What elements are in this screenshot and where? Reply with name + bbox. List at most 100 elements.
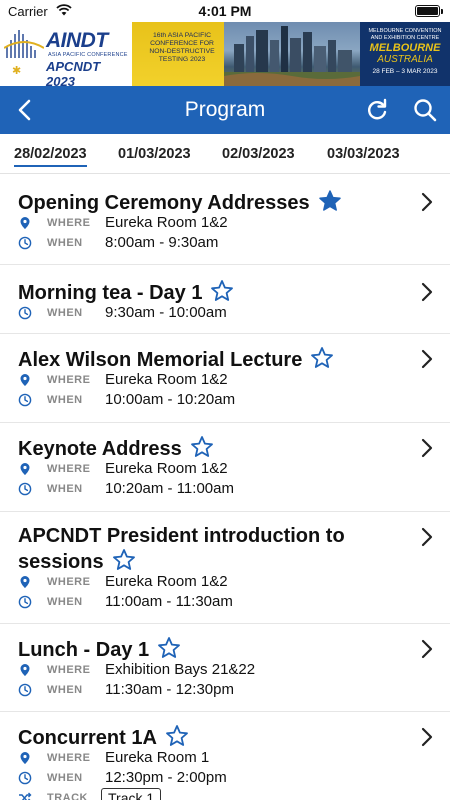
location-pin-icon — [20, 752, 30, 764]
venue-panel: MELBOURNE CONVENTION AND EXHIBITION CENT… — [360, 22, 450, 86]
session-title: APCNDT President introduction to session… — [18, 524, 358, 574]
location-value: Exhibition Bays 21&22 — [105, 661, 256, 678]
list-item[interactable]: Concurrent 1A WHERE Eureka Room 1 WHEN 1… — [0, 712, 450, 800]
refresh-icon[interactable] — [364, 97, 390, 123]
chevron-right-icon — [421, 192, 433, 212]
when-row: WHEN 11:00am - 11:30am — [18, 593, 418, 612]
session-title-text: Alex Wilson Memorial Lecture — [18, 349, 303, 371]
conference-info-panel: 16th ASIA PACIFIC CONFERENCE FOR NON-DES… — [132, 22, 224, 86]
location-value: Eureka Room 1&2 — [105, 573, 228, 590]
location-value: Eureka Room 1&2 — [105, 460, 228, 477]
where-row: WHERE Exhibition Bays 21&22 — [18, 661, 418, 680]
logo-event: APCNDT 2023 — [46, 59, 101, 86]
clock-icon — [18, 482, 32, 496]
session-title-text: Keynote Address — [18, 438, 182, 460]
list-item[interactable]: Alex Wilson Memorial Lecture WHERE Eurek… — [0, 334, 450, 423]
search-icon[interactable] — [412, 97, 438, 123]
where-row: WHERE Eureka Room 1&2 — [18, 214, 418, 233]
tab-date-3[interactable]: 02/03/2023 — [222, 146, 295, 162]
chevron-right-icon — [421, 727, 433, 747]
session-title: Concurrent 1A — [18, 724, 398, 750]
tab-date-1[interactable]: 28/02/2023 — [14, 146, 87, 167]
where-label: WHERE — [47, 463, 91, 475]
track-row: TRACK Track 1 — [18, 788, 418, 800]
where-row: WHERE Eureka Room 1 — [18, 749, 418, 768]
skyline-graphic — [224, 26, 360, 86]
location-pin-icon — [20, 217, 30, 229]
date-tabs: 28/02/2023 01/03/2023 02/03/2023 03/03/2… — [0, 134, 450, 174]
session-title: Lunch - Day 1 — [18, 636, 398, 662]
conference-text: 16th ASIA PACIFIC CONFERENCE FOR NON-DES… — [149, 32, 215, 63]
when-label: WHEN — [47, 596, 83, 608]
list-item[interactable]: Lunch - Day 1 WHERE Exhibition Bays 21&2… — [0, 624, 450, 712]
status-bar: Carrier 4:01 PM — [0, 0, 450, 22]
logo-graphic-icon — [4, 30, 44, 58]
event-dates: 28 FEB – 3 MAR 2023 — [372, 68, 438, 75]
logo-star-icon: ✱ — [12, 65, 22, 77]
list-item[interactable]: Keynote Address WHERE Eureka Room 1&2 WH… — [0, 423, 450, 512]
session-title-text: Lunch - Day 1 — [18, 639, 150, 661]
time-value: 8:00am - 9:30am — [105, 234, 219, 251]
navigation-bar: Program — [0, 86, 450, 134]
country-text: AUSTRALIA — [377, 54, 433, 65]
location-pin-icon — [20, 664, 30, 676]
time-value: 9:30am - 10:00am — [105, 304, 227, 321]
when-label: WHEN — [47, 237, 83, 249]
track-badge: Track 1 — [101, 788, 162, 800]
star-outline-icon[interactable] — [157, 636, 181, 660]
clock-icon — [18, 236, 32, 250]
tab-date-4[interactable]: 03/03/2023 — [327, 146, 400, 162]
chevron-right-icon — [421, 639, 433, 659]
where-label: WHERE — [47, 752, 91, 764]
when-row: WHEN 11:30am - 12:30pm — [18, 681, 418, 700]
tab-date-2[interactable]: 01/03/2023 — [118, 146, 191, 162]
when-row: WHEN 12:30pm - 2:00pm — [18, 769, 418, 788]
venue-text: MELBOURNE CONVENTION AND EXHIBITION CENT… — [368, 28, 442, 41]
clock-icon — [18, 393, 32, 407]
list-item[interactable]: Opening Ceremony Addresses WHERE Eureka … — [0, 175, 450, 265]
star-outline-icon[interactable] — [165, 724, 189, 748]
star-outline-icon[interactable] — [310, 346, 334, 370]
list-item[interactable]: Morning tea - Day 1 WHEN 9:30am - 10:00a… — [0, 265, 450, 334]
session-title: Keynote Address — [18, 435, 398, 461]
session-title: Opening Ceremony Addresses — [18, 189, 398, 215]
conference-banner: AINDT ASIA PACIFIC CONFERENCE APCNDT 202… — [0, 22, 450, 86]
star-outline-icon[interactable] — [190, 435, 214, 459]
logo-title: AINDT — [46, 29, 108, 52]
star-outline-icon[interactable] — [210, 279, 234, 303]
time-value: 11:30am - 12:30pm — [105, 681, 234, 698]
status-time: 4:01 PM — [198, 3, 252, 19]
time-value: 10:20am - 11:00am — [105, 480, 234, 497]
time-value: 11:00am - 11:30am — [105, 593, 233, 610]
when-label: WHEN — [47, 394, 83, 406]
city-skyline-image — [224, 22, 360, 86]
location-pin-icon — [20, 463, 30, 475]
where-row: WHERE Eureka Room 1&2 — [18, 573, 418, 592]
session-title-text: Morning tea - Day 1 — [18, 282, 203, 304]
location-pin-icon — [20, 374, 30, 386]
city-text: MELBOURNE — [369, 42, 441, 54]
where-label: WHERE — [47, 664, 91, 676]
location-value: Eureka Room 1&2 — [105, 214, 228, 231]
logo-subtitle: ASIA PACIFIC CONFERENCE — [48, 52, 128, 58]
location-value: Eureka Room 1 — [105, 749, 210, 766]
where-label: WHERE — [47, 576, 91, 588]
when-label: WHEN — [47, 772, 83, 784]
battery-icon — [415, 5, 443, 17]
star-outline-icon[interactable] — [112, 548, 136, 572]
time-value: 10:00am - 10:20am — [105, 391, 236, 408]
clock-icon — [18, 595, 32, 609]
star-filled-icon[interactable] — [318, 189, 342, 213]
clock-icon — [18, 771, 32, 785]
program-list: Opening Ceremony Addresses WHERE Eureka … — [0, 175, 450, 800]
list-item[interactable]: APCNDT President introduction to session… — [0, 512, 450, 624]
when-row: WHEN 10:00am - 10:20am — [18, 391, 418, 410]
shuffle-icon — [19, 792, 32, 800]
chevron-right-icon — [421, 527, 433, 547]
when-row: WHEN 9:30am - 10:00am — [18, 304, 418, 323]
clock-icon — [18, 306, 32, 320]
track-label: TRACK — [47, 792, 88, 800]
chevron-right-icon — [421, 438, 433, 458]
when-label: WHEN — [47, 307, 83, 319]
location-pin-icon — [20, 576, 30, 588]
